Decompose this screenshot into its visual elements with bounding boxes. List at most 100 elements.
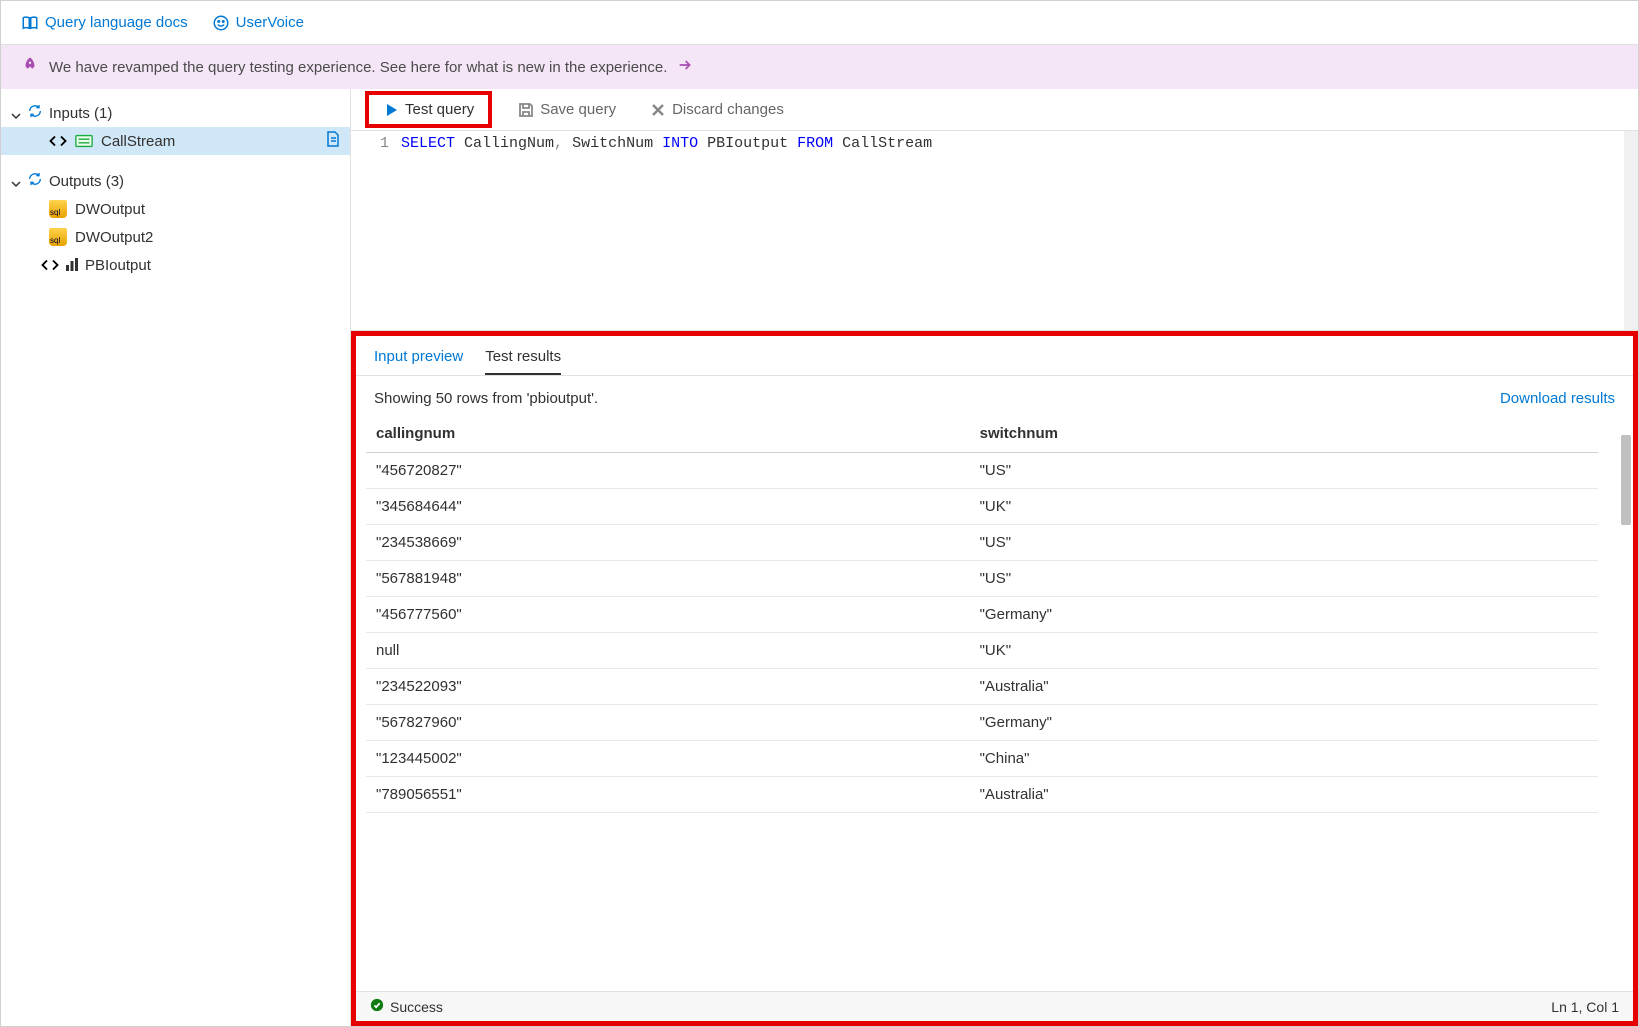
caret-down-icon	[11, 108, 21, 118]
sidebar-item-label: DWOutput	[75, 201, 145, 218]
sidebar-item-label: DWOutput2	[75, 229, 153, 246]
cell-switchnum: "US"	[970, 561, 1598, 597]
info-banner: We have revamped the query testing exper…	[1, 45, 1638, 89]
sidebar-item-dwoutput[interactable]: DWOutput	[1, 195, 350, 223]
status-text: Success	[390, 999, 443, 1015]
arrow-right-icon[interactable]	[677, 57, 693, 78]
cell-switchnum: "UK"	[970, 489, 1598, 525]
cell-switchnum: "US"	[970, 525, 1598, 561]
main-area: Inputs (1) CallStream	[1, 89, 1638, 1026]
code-cols: CallingNum	[455, 135, 554, 152]
table-row[interactable]: "456777560""Germany"	[366, 597, 1598, 633]
query-editor[interactable]: 1 SELECT CallingNum, SwitchNum INTO PBIo…	[351, 131, 1638, 331]
save-query-label: Save query	[540, 101, 616, 118]
table-row[interactable]: "234538669""US"	[366, 525, 1598, 561]
cell-callingnum: "234522093"	[366, 669, 970, 705]
table-row[interactable]: "789056551""Australia"	[366, 777, 1598, 813]
query-toolbar: Test query Save query Discard changes	[351, 89, 1638, 131]
cell-callingnum: "123445002"	[366, 741, 970, 777]
outputs-refresh-icon	[27, 171, 43, 191]
play-icon	[383, 102, 399, 118]
sql-db-icon	[49, 200, 67, 218]
download-results-link[interactable]: Download results	[1500, 390, 1615, 407]
test-query-button[interactable]: Test query	[375, 97, 482, 122]
table-row[interactable]: null"UK"	[366, 633, 1598, 669]
results-header: Showing 50 rows from 'pbioutput'. Downlo…	[356, 376, 1633, 415]
top-bar: Query language docs UserVoice	[1, 1, 1638, 45]
results-summary: Showing 50 rows from 'pbioutput'.	[374, 390, 598, 407]
kw-from: FROM	[797, 135, 833, 152]
cell-switchnum: "China"	[970, 741, 1598, 777]
code-src: CallStream	[833, 135, 932, 152]
docs-label: Query language docs	[45, 14, 188, 31]
inputs-label: Inputs (1)	[49, 105, 112, 122]
cell-callingnum: "456777560"	[366, 597, 970, 633]
table-row[interactable]: "345684644""UK"	[366, 489, 1598, 525]
sidebar-item-label: PBIoutput	[85, 257, 151, 274]
kw-select: SELECT	[401, 135, 455, 152]
query-language-docs-link[interactable]: Query language docs	[21, 14, 188, 32]
rocket-icon	[21, 56, 39, 79]
cell-switchnum: "UK"	[970, 633, 1598, 669]
document-icon[interactable]	[326, 131, 340, 151]
cell-switchnum: "Australia"	[970, 669, 1598, 705]
inputs-header[interactable]: Inputs (1)	[1, 99, 350, 127]
col-switchnum[interactable]: switchnum	[970, 415, 1598, 453]
test-query-highlight: Test query	[365, 91, 492, 128]
code-cols2: SwitchNum	[563, 135, 662, 152]
cell-callingnum: "234538669"	[366, 525, 970, 561]
outputs-label: Outputs (3)	[49, 173, 124, 190]
sidebar: Inputs (1) CallStream	[1, 89, 351, 1026]
sql-db-icon	[49, 228, 67, 246]
code-comma: ,	[554, 135, 563, 152]
tab-test-results[interactable]: Test results	[485, 348, 561, 375]
code-icon	[41, 256, 59, 274]
caret-down-icon	[11, 176, 21, 186]
editor-scrollbar[interactable]	[1624, 131, 1638, 330]
inputs-group: Inputs (1) CallStream	[1, 93, 350, 161]
sidebar-item-callstream[interactable]: CallStream	[1, 127, 350, 155]
save-query-button[interactable]: Save query	[510, 97, 624, 122]
sidebar-item-pbioutput[interactable]: PBIoutput	[1, 251, 350, 279]
cell-callingnum: "345684644"	[366, 489, 970, 525]
table-row[interactable]: "567827960""Germany"	[366, 705, 1598, 741]
code-out: PBIoutput	[698, 135, 797, 152]
success-icon	[370, 998, 384, 1015]
close-icon	[650, 102, 666, 118]
cell-callingnum: "567881948"	[366, 561, 970, 597]
scroll-thumb[interactable]	[1621, 435, 1631, 525]
uservoice-link[interactable]: UserVoice	[212, 14, 304, 32]
results-table-wrap[interactable]: callingnum switchnum "456720827""US""345…	[356, 415, 1633, 991]
cell-switchnum: "Germany"	[970, 597, 1598, 633]
outputs-group: Outputs (3) DWOutput DWOutput2 PBIoutput	[1, 161, 350, 285]
results-scrollbar[interactable]	[1619, 415, 1633, 991]
table-row[interactable]: "567881948""US"	[366, 561, 1598, 597]
kw-into: INTO	[662, 135, 698, 152]
cell-callingnum: null	[366, 633, 970, 669]
cursor-position: Ln 1, Col 1	[1551, 999, 1619, 1015]
line-gutter: 1	[351, 135, 401, 330]
cell-callingnum: "567827960"	[366, 705, 970, 741]
cell-switchnum: "US"	[970, 453, 1598, 489]
cell-switchnum: "Australia"	[970, 777, 1598, 813]
table-row[interactable]: "456720827""US"	[366, 453, 1598, 489]
discard-changes-button[interactable]: Discard changes	[642, 97, 792, 122]
code-icon	[49, 132, 67, 150]
test-query-label: Test query	[405, 101, 474, 118]
uservoice-label: UserVoice	[236, 14, 304, 31]
cell-switchnum: "Germany"	[970, 705, 1598, 741]
stream-icon	[75, 132, 93, 150]
sidebar-item-dwoutput2[interactable]: DWOutput2	[1, 223, 350, 251]
outputs-header[interactable]: Outputs (3)	[1, 167, 350, 195]
col-callingnum[interactable]: callingnum	[366, 415, 970, 453]
book-icon	[21, 14, 39, 32]
cell-callingnum: "456720827"	[366, 453, 970, 489]
line-number: 1	[380, 135, 389, 152]
tab-input-preview[interactable]: Input preview	[374, 348, 463, 375]
table-row[interactable]: "123445002""China"	[366, 741, 1598, 777]
table-header-row: callingnum switchnum	[366, 415, 1598, 453]
smile-icon	[212, 14, 230, 32]
code-line[interactable]: SELECT CallingNum, SwitchNum INTO PBIout…	[401, 135, 1638, 330]
table-row[interactable]: "234522093""Australia"	[366, 669, 1598, 705]
powerbi-icon	[63, 256, 81, 274]
